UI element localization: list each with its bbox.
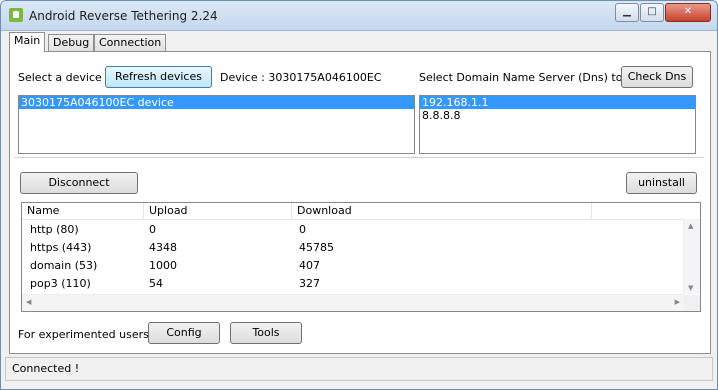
select-dns-label: Select Domain Name Server (Dns) to use (419, 71, 646, 84)
list-item[interactable]: 3030175A046100EC device (19, 96, 414, 109)
main-tab-page: Select a device Refresh devices Device :… (9, 51, 711, 354)
experimented-users-label: For experimented users : (18, 328, 157, 341)
cell-upload: 0 (149, 223, 156, 236)
tab-main[interactable]: Main (9, 32, 46, 52)
window-title: Android Reverse Tethering 2.24 (29, 9, 218, 23)
tab-connection-history[interactable]: Connection History (94, 34, 167, 65)
cell-name: http (80) (30, 223, 79, 236)
status-bar: Connected ! (5, 357, 713, 381)
select-device-label: Select a device (18, 71, 102, 84)
column-header-download[interactable]: Download (292, 203, 592, 219)
column-header-name[interactable]: Name (22, 203, 144, 219)
list-item[interactable]: 8.8.8.8 (420, 109, 695, 122)
disconnect-button[interactable]: Disconnect (20, 172, 138, 194)
cell-name: domain (53) (30, 259, 98, 272)
table-row[interactable]: http (80) 0 0 (22, 221, 684, 239)
traffic-table[interactable]: Name Upload Download http (80) 0 0 https… (21, 202, 701, 312)
config-button[interactable]: Config (148, 322, 220, 344)
horizontal-scrollbar[interactable]: ◀ ▶ (22, 294, 684, 311)
cell-download: 407 (299, 259, 320, 272)
divider (14, 157, 704, 159)
dns-list[interactable]: 192.168.1.1 8.8.8.8 (419, 95, 696, 154)
title-bar[interactable]: Android Reverse Tethering 2.24 ▁ □ ✕ (1, 1, 717, 31)
list-item[interactable]: 192.168.1.1 (420, 96, 695, 109)
uninstall-button[interactable]: uninstall (626, 172, 697, 194)
cell-upload: 4348 (149, 241, 177, 254)
scroll-right-icon[interactable]: ▶ (675, 298, 680, 306)
app-window: Android Reverse Tethering 2.24 ▁ □ ✕ Mai… (0, 0, 718, 390)
refresh-devices-button[interactable]: Refresh devices (105, 66, 212, 88)
cell-name: pop3 (110) (30, 277, 91, 290)
close-button[interactable]: ✕ (665, 3, 711, 22)
table-row[interactable]: domain (53) 1000 407 (22, 257, 684, 275)
tab-debug[interactable]: Debug (48, 34, 95, 51)
scroll-up-icon[interactable]: ▲ (688, 222, 693, 230)
vertical-scrollbar[interactable]: ▲ ▼ (683, 219, 700, 294)
cell-download: 327 (299, 277, 320, 290)
scroll-left-icon[interactable]: ◀ (26, 298, 31, 306)
column-header-upload[interactable]: Upload (144, 203, 292, 219)
current-device-label: Device : 3030175A046100EC (220, 71, 382, 84)
table-header: Name Upload Download (22, 203, 700, 220)
table-row[interactable]: pop3 (110) 54 327 (22, 275, 684, 293)
cell-download: 0 (299, 223, 306, 236)
android-icon (9, 8, 23, 22)
scroll-down-icon[interactable]: ▼ (688, 284, 693, 292)
maximize-icon: □ (647, 6, 657, 17)
device-list[interactable]: 3030175A046100EC device (18, 95, 415, 154)
table-row[interactable]: https (443) 4348 45785 (22, 239, 684, 257)
close-icon: ✕ (683, 6, 693, 17)
tools-button[interactable]: Tools (230, 322, 302, 344)
maximize-button[interactable]: □ (640, 3, 664, 22)
check-dns-button[interactable]: Check Dns (621, 66, 693, 88)
cell-upload: 54 (149, 277, 163, 290)
minimize-icon: ▁ (623, 6, 631, 17)
scrollbar-corner (684, 295, 700, 311)
cell-download: 45785 (299, 241, 334, 254)
status-text: Connected ! (12, 362, 80, 375)
cell-upload: 1000 (149, 259, 177, 272)
minimize-button[interactable]: ▁ (615, 3, 639, 22)
cell-name: https (443) (30, 241, 92, 254)
